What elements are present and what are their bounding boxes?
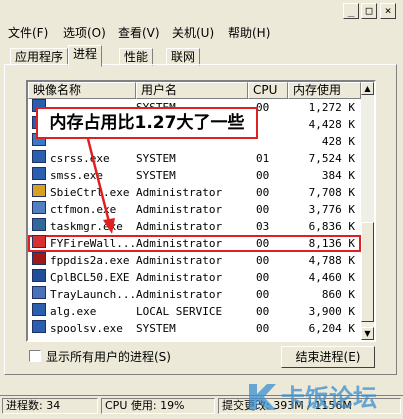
tab-processes[interactable]: 进程 (68, 45, 103, 67)
vertical-scrollbar[interactable]: ▲ ▼ (361, 82, 374, 340)
column-header-image-name[interactable]: 映像名称 (28, 82, 136, 99)
menu-shutdown[interactable]: 关机(U) (172, 24, 214, 41)
process-memory: 8,136 K (308, 237, 355, 250)
process-cpu: 00 (256, 288, 270, 301)
process-memory: 860 K (321, 288, 355, 301)
process-row[interactable]: CplBCL50.EXE Administrator 00 4,460 K (28, 269, 361, 286)
end-process-button[interactable]: 结束进程(E) (281, 346, 375, 368)
process-row[interactable]: csrss.exe SYSTEM 01 7,524 K (28, 150, 361, 167)
menu-file[interactable]: 文件(F) (8, 24, 48, 41)
process-cpu: 00 (256, 271, 270, 284)
process-memory: 428 K (321, 135, 355, 148)
process-row[interactable]: SbieCtrl.exe Administrator 00 7,708 K (28, 184, 361, 201)
process-row[interactable]: fppdis2a.exe Administrator 00 4,788 K (28, 252, 361, 269)
ctfmon-icon (32, 201, 46, 214)
annotation-callout: 内存占用比1.27大了一些 (36, 107, 258, 139)
watermark-text: 卡饭论坛 (281, 384, 377, 412)
title-bar: _ □ × (0, 0, 403, 22)
process-row[interactable]: taskmgr.exe Administrator 03 6,836 K (28, 218, 361, 235)
process-user-name: Administrator (136, 220, 223, 233)
process-cpu: 00 (256, 186, 270, 199)
process-user-name: Administrator (136, 288, 223, 301)
menu-bar: 文件(F) 选项(O) 查看(V) 关机(U) 帮助(H) (0, 22, 403, 42)
maximize-button[interactable]: □ (361, 3, 377, 19)
process-user-name: LOCAL SERVICE (136, 305, 223, 318)
pdf-icon (32, 252, 46, 265)
process-row[interactable]: smss.exe SYSTEM 00 384 K (28, 167, 361, 184)
process-cpu: 03 (256, 220, 270, 233)
column-header-user-name[interactable]: 用户名 (136, 82, 248, 99)
window-icon (32, 303, 46, 316)
status-process-count: 进程数: 34 (2, 398, 98, 414)
process-user-name: Administrator (136, 237, 223, 250)
column-header-cpu[interactable]: CPU (248, 82, 288, 99)
process-memory: 3,776 K (308, 203, 355, 216)
taskmgr-icon (32, 218, 46, 231)
process-image-name: smss.exe (50, 169, 103, 182)
process-image-name: spoolsv.exe (50, 322, 123, 335)
process-row[interactable]: TrayLaunch... Administrator 00 860 K (28, 286, 361, 303)
forum-logo-icon: 卡饭论坛 (249, 384, 377, 412)
process-row[interactable]: alg.exe LOCAL SERVICE 00 3,900 K (28, 303, 361, 320)
process-memory: 7,524 K (308, 152, 355, 165)
scroll-down-arrow-icon[interactable]: ▼ (361, 327, 374, 340)
menu-options[interactable]: 选项(O) (63, 24, 106, 41)
process-cpu: 00 (256, 169, 270, 182)
process-memory: 6,204 K (308, 322, 355, 335)
process-image-name: taskmgr.exe (50, 220, 123, 233)
close-button[interactable]: × (380, 3, 396, 19)
process-user-name: Administrator (136, 254, 223, 267)
process-memory: 4,460 K (308, 271, 355, 284)
process-cpu: 00 (256, 203, 270, 216)
window-icon (32, 150, 46, 163)
process-cpu: 00 (256, 254, 270, 267)
process-user-name: SYSTEM (136, 169, 176, 182)
window-icon (32, 167, 46, 180)
menu-help[interactable]: 帮助(H) (228, 24, 270, 41)
show-all-users-label: 显示所有用户的进程(S) (46, 350, 171, 364)
status-cpu-usage: CPU 使用: 19% (101, 398, 215, 414)
sandboxie-icon (32, 184, 46, 197)
process-image-name: TrayLaunch... (50, 288, 137, 301)
process-row[interactable]: ctfmon.exe Administrator 00 3,776 K (28, 201, 361, 218)
process-image-name: ctfmon.exe (50, 203, 117, 216)
process-image-name: alg.exe (50, 305, 97, 318)
process-memory: 4,788 K (308, 254, 355, 267)
process-user-name: Administrator (136, 203, 223, 216)
process-memory: 4,428 K (308, 118, 355, 131)
scroll-thumb[interactable] (361, 222, 374, 322)
process-cpu: 00 (256, 305, 270, 318)
watermark: 卡饭论坛 (243, 378, 403, 416)
process-cpu: 01 (256, 152, 270, 165)
process-user-name: SYSTEM (136, 152, 176, 165)
process-memory: 1,272 K (308, 101, 355, 114)
firewall-icon (32, 235, 46, 248)
process-memory: 3,900 K (308, 305, 355, 318)
process-image-name: FYFireWall... (50, 237, 137, 250)
window-icon (32, 320, 46, 333)
process-cpu: 00 (256, 237, 270, 250)
process-user-name: SYSTEM (136, 322, 176, 335)
process-row[interactable]: spoolsv.exe SYSTEM 00 6,204 K (28, 320, 361, 337)
show-all-users-checkbox[interactable] (29, 350, 41, 362)
process-user-name: Administrator (136, 271, 223, 284)
process-row[interactable]: FYFireWall... Administrator 00 8,136 K (28, 235, 361, 252)
menu-view[interactable]: 查看(V) (118, 24, 160, 41)
minimize-button[interactable]: _ (343, 3, 359, 19)
scroll-up-arrow-icon[interactable]: ▲ (361, 82, 374, 95)
traylaunch-icon (32, 286, 46, 299)
process-image-name: SbieCtrl.exe (50, 186, 130, 199)
bcl-icon (32, 269, 46, 282)
process-memory: 7,708 K (308, 186, 355, 199)
process-cpu: 00 (256, 322, 270, 335)
process-memory: 384 K (321, 169, 355, 182)
process-memory: 6,836 K (308, 220, 355, 233)
process-user-name: Administrator (136, 186, 223, 199)
process-image-name: CplBCL50.EXE (50, 271, 130, 284)
column-header-memory[interactable]: 内存使用 (288, 82, 361, 99)
tab-strip: 应用程序 进程 性能 联网 (0, 44, 403, 67)
process-image-name: csrss.exe (50, 152, 110, 165)
process-image-name: fppdis2a.exe (50, 254, 130, 267)
